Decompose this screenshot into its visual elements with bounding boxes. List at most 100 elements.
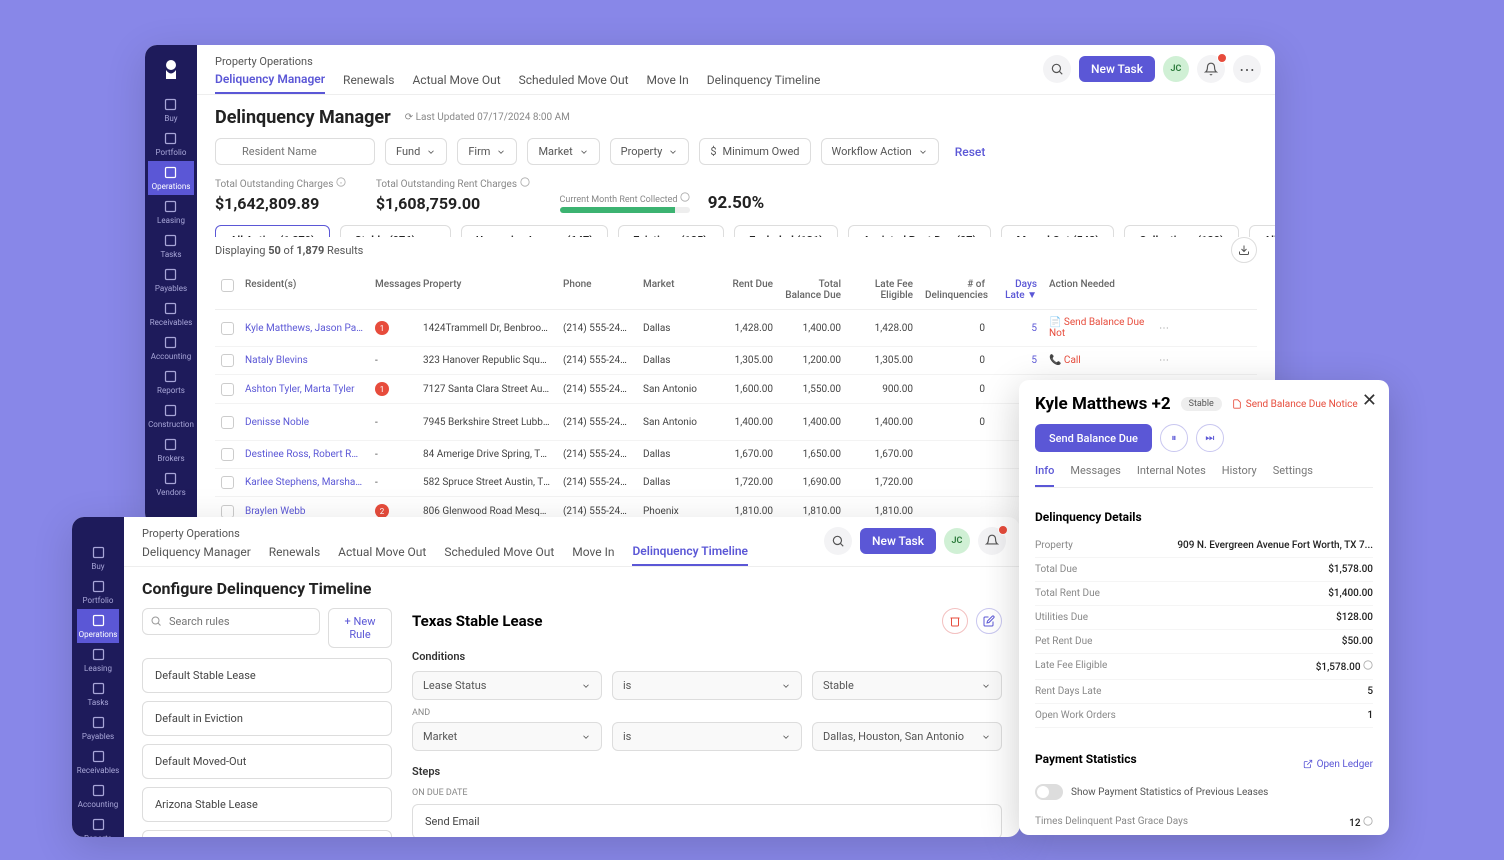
panel-tab-history[interactable]: History [1222, 464, 1257, 487]
tab-scheduled-move-out[interactable]: Scheduled Move Out [444, 545, 554, 565]
row-checkbox[interactable] [221, 476, 234, 489]
condition-field-select[interactable]: Lease Status [412, 671, 602, 700]
tab-delinquency-timeline[interactable]: Delinquency Timeline [632, 544, 748, 566]
market-filter[interactable]: Market [527, 138, 599, 165]
tab-move-in[interactable]: Move In [647, 73, 689, 93]
row-checkbox[interactable] [221, 416, 234, 429]
panel-tab-internal-notes[interactable]: Internal Notes [1137, 464, 1206, 487]
delete-rule-button[interactable] [942, 608, 968, 634]
tab-actual-move-out[interactable]: Actual Move Out [338, 545, 426, 565]
sidebar-item-portfolio[interactable]: Portfolio [77, 575, 120, 609]
tab-delinquency-timeline[interactable]: Delinquency Timeline [707, 73, 821, 93]
resident-search-input[interactable] [215, 138, 375, 165]
col-late-fee[interactable]: Late Fee Eligible [847, 279, 919, 301]
sidebar-item-accounting[interactable]: Accounting [148, 331, 194, 365]
panel-tab-messages[interactable]: Messages [1070, 464, 1120, 487]
sidebar-item-tasks[interactable]: Tasks [77, 677, 120, 711]
close-button[interactable]: ✕ [1362, 390, 1377, 411]
row-checkbox[interactable] [221, 383, 234, 396]
col-delinquencies[interactable]: # of Delinquencies [919, 279, 991, 301]
row-more-button[interactable]: ⋯ [1153, 323, 1173, 334]
sidebar-item-accounting[interactable]: Accounting [77, 779, 120, 813]
sidebar-item-payables[interactable]: Payables [77, 711, 120, 745]
rule-item[interactable]: Default Moved-Out [142, 744, 392, 779]
sidebar-item-operations[interactable]: Operations [77, 609, 120, 643]
user-avatar[interactable]: JC [944, 528, 970, 554]
status-tab[interactable]: Collections (120)0 Actions Needed [1124, 225, 1239, 237]
status-tab[interactable]: Upcoming Leases (647)0 Actions Needed [461, 225, 608, 237]
minimum-owed-filter[interactable]: $ Minimum Owed [699, 138, 810, 165]
condition-op-select[interactable]: is [612, 722, 802, 751]
condition-op-select[interactable]: is [612, 671, 802, 700]
table-row[interactable]: Kyle Matthews, Jason Paige, Ian...11424T… [215, 310, 1257, 347]
col-balance[interactable]: Total Balance Due [779, 279, 847, 301]
new-task-button[interactable]: New Task [860, 528, 936, 554]
rule-item[interactable]: Default in Eviction [142, 701, 392, 736]
skip-button[interactable]: ⏭ [1196, 424, 1224, 452]
panel-tab-settings[interactable]: Settings [1273, 464, 1313, 487]
pause-button[interactable]: ⏸ [1160, 424, 1188, 452]
sidebar-item-leasing[interactable]: Leasing [77, 643, 120, 677]
sidebar-item-brokers[interactable]: Brokers [148, 433, 194, 467]
workflow-action-filter[interactable]: Workflow Action [821, 138, 939, 165]
row-checkbox[interactable] [221, 505, 234, 518]
user-avatar[interactable]: JC [1163, 56, 1189, 82]
tab-renewals[interactable]: Renewals [343, 73, 394, 93]
firm-filter[interactable]: Firm [457, 138, 517, 165]
condition-value-select[interactable]: Dallas, Houston, San Antonio [812, 722, 1002, 751]
sidebar-item-buy[interactable]: Buy [148, 93, 194, 127]
col-messages[interactable]: Messages [369, 279, 417, 301]
resident-name[interactable]: Braylen Webb [239, 506, 369, 517]
col-action[interactable]: Action Needed [1043, 279, 1153, 301]
tab-renewals[interactable]: Renewals [269, 545, 320, 565]
sidebar-item-payables[interactable]: Payables [148, 263, 194, 297]
step-card[interactable]: Send Email [412, 804, 1002, 837]
more-menu-button[interactable]: ⋯ [1233, 55, 1261, 83]
new-task-button[interactable]: New Task [1079, 56, 1155, 82]
resident-name[interactable]: Nataly Blevins [239, 355, 369, 366]
open-ledger-link[interactable]: Open Ledger [1303, 759, 1373, 770]
resident-name[interactable]: Ashton Tyler, Marta Tyler [239, 384, 369, 395]
select-all-checkbox[interactable] [221, 279, 234, 292]
sidebar-item-buy[interactable]: Buy [77, 541, 120, 575]
sidebar-item-leasing[interactable]: Leasing [148, 195, 194, 229]
status-tab[interactable]: Moved Out (542)0 Actions Needed [1001, 225, 1114, 237]
col-rent-due[interactable]: Rent Due [715, 279, 779, 301]
reset-filters-link[interactable]: Reset [955, 145, 986, 159]
call-action[interactable]: 📞 Call [1049, 355, 1147, 366]
col-property[interactable]: Property [417, 279, 557, 301]
sidebar-item-tasks[interactable]: Tasks [148, 229, 194, 263]
sidebar-item-construction[interactable]: Construction [148, 399, 194, 433]
edit-rule-button[interactable] [976, 608, 1002, 634]
resident-name[interactable]: Destinee Ross, Robert Ross [239, 449, 369, 460]
tab-move-in[interactable]: Move In [572, 545, 614, 565]
tab-actual-move-out[interactable]: Actual Move Out [412, 73, 500, 93]
resident-name[interactable]: Karlee Stephens, Marshall Steph... [239, 477, 369, 488]
tab-scheduled-move-out[interactable]: Scheduled Move Out [519, 73, 629, 93]
status-tab[interactable]: Assisted Rent Due (97)56 Actions Needed [848, 225, 991, 237]
sidebar-item-portfolio[interactable]: Portfolio [148, 127, 194, 161]
sidebar-item-reports[interactable]: Reports [148, 365, 194, 399]
status-tab[interactable]: All (2,541)284 Actions Needed [1249, 225, 1275, 237]
col-resident[interactable]: Resident(s) [239, 279, 369, 301]
row-more-button[interactable]: ⋯ [1153, 355, 1173, 366]
sidebar-item-vendors[interactable]: Vendors [148, 467, 194, 501]
table-row[interactable]: Nataly Blevins-323 Hanover Republic Squa… [215, 347, 1257, 375]
sidebar-item-operations[interactable]: Operations [148, 161, 194, 195]
status-tab[interactable]: Evictions (125)94 Actions Needed [618, 225, 724, 237]
rules-search-input[interactable] [142, 608, 320, 635]
property-filter[interactable]: Property [610, 138, 690, 165]
notifications-button[interactable] [1197, 55, 1225, 83]
fund-filter[interactable]: Fund [385, 138, 447, 165]
search-button[interactable] [1043, 55, 1071, 83]
sidebar-item-receivables[interactable]: Receivables [77, 745, 120, 779]
rule-item[interactable]: Arizona in Eviction [142, 830, 392, 837]
condition-field-select[interactable]: Market [412, 722, 602, 751]
download-button[interactable] [1231, 237, 1257, 263]
row-checkbox[interactable] [221, 354, 234, 367]
col-market[interactable]: Market [637, 279, 715, 301]
resident-name[interactable]: Denisse Noble [239, 417, 369, 428]
rule-item[interactable]: Default Stable Lease [142, 658, 392, 693]
tab-deliquency-manager[interactable]: Deliquency Manager [215, 72, 325, 94]
status-tab[interactable]: All Active (1,879)209 Actions Needed [215, 225, 330, 237]
